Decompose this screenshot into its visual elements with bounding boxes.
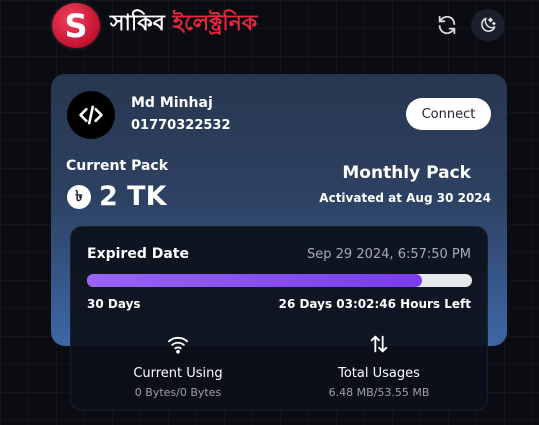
transfer-arrows-icon (370, 335, 388, 353)
code-icon (79, 105, 103, 125)
moon-stars-icon (481, 17, 496, 32)
refresh-icon (438, 15, 456, 35)
logo: S (52, 3, 100, 48)
validity-progress-fill (87, 274, 422, 287)
time-left: 26 Days 03:02:46 Hours Left (278, 297, 471, 311)
current-using-value: 0 Bytes/0 Bytes (134, 386, 222, 399)
user-phone: 01770322532 (131, 118, 231, 133)
total-days: 30 Days (87, 297, 141, 311)
brand-name-part2: ইলেক্ট্রনিক (172, 11, 258, 36)
current-using-label: Current Using (133, 366, 223, 381)
brand-name-part1: সাকিব (110, 11, 165, 36)
current-pack-label: Current Pack (66, 158, 169, 174)
logo-letter: S (64, 6, 88, 45)
brand-title: সাকিব ইলেক্ট্রনিক (110, 10, 257, 38)
expired-date-value: Sep 29 2024, 6:57:50 PM (307, 247, 471, 262)
activation-date: Activated at Aug 30 2024 (319, 191, 491, 205)
current-using-stat: Current Using 0 Bytes/0 Bytes (103, 332, 253, 399)
pack-type: Monthly Pack (342, 163, 471, 183)
user-name: Md Minhaj (131, 95, 213, 111)
total-usages-stat: Total Usages 6.48 MB/53.55 MB (304, 332, 454, 399)
taka-icon: ৳ (67, 185, 91, 209)
refresh-button[interactable] (432, 10, 462, 40)
pack-amount: 2 TK (99, 181, 167, 212)
expiry-panel: Expired Date Sep 29 2024, 6:57:50 PM 30 … (70, 226, 488, 411)
theme-toggle-button[interactable] (471, 9, 505, 41)
total-usages-value: 6.48 MB/53.55 MB (328, 386, 430, 399)
avatar (67, 91, 115, 139)
expired-date-label: Expired Date (87, 246, 189, 262)
total-usages-label: Total Usages (338, 366, 420, 381)
validity-progress-bar (87, 274, 472, 287)
connect-button[interactable]: Connect (406, 98, 491, 130)
wifi-icon (168, 336, 188, 354)
